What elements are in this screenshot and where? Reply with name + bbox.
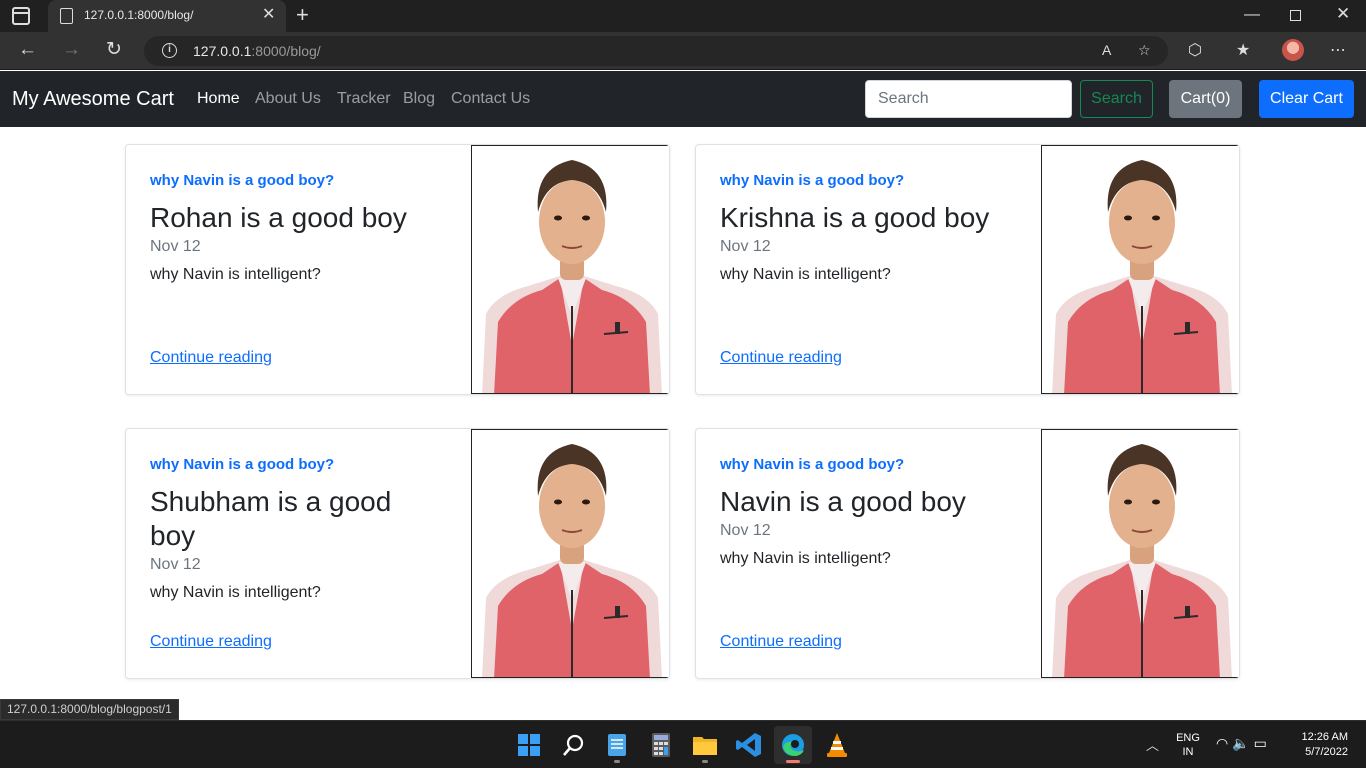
- card-title: Navin is a good boy: [720, 486, 966, 517]
- card-excerpt: why Navin is intelligent?: [720, 266, 891, 283]
- more-menu-icon[interactable]: ⋯: [1330, 40, 1346, 60]
- clear-cart-button[interactable]: Clear Cart: [1259, 80, 1354, 118]
- card-excerpt: why Navin is intelligent?: [720, 550, 891, 567]
- browser-tab-strip: 127.0.0.1:8000/blog/ ✕ + — ✕: [0, 0, 1366, 32]
- status-url-bubble: 127.0.0.1:8000/blog/blogpost/1: [0, 699, 179, 720]
- volume-icon: 🔈: [1232, 735, 1254, 751]
- blog-card: why Navin is a good boy? Navin is a good…: [695, 428, 1240, 679]
- search-icon[interactable]: [554, 726, 592, 764]
- nav-link-home[interactable]: Home: [197, 90, 240, 108]
- cart-button[interactable]: Cart(0): [1169, 80, 1242, 118]
- notepad-icon[interactable]: [598, 726, 636, 764]
- continue-reading-link[interactable]: Continue reading: [720, 349, 842, 367]
- card-title: Rohan is a good boy: [150, 202, 407, 233]
- search-input[interactable]: [865, 80, 1072, 118]
- refresh-icon[interactable]: ↻: [106, 39, 122, 61]
- card-category: why Navin is a good boy?: [720, 172, 905, 189]
- profile-avatar[interactable]: [1282, 39, 1304, 61]
- address-bar[interactable]: i 127.0.0.1:8000/blog/ A ☆: [144, 36, 1168, 66]
- url-text[interactable]: 127.0.0.1:8000/blog/: [193, 43, 321, 59]
- card-title: Shubham is a good boy: [150, 486, 392, 551]
- post-thumbnail: [471, 145, 669, 394]
- blog-card: why Navin is a good boy? Krishna is a go…: [695, 144, 1240, 395]
- card-excerpt: why Navin is intelligent?: [150, 266, 321, 283]
- start-icon[interactable]: [510, 726, 548, 764]
- card-title: Krishna is a good boy: [720, 202, 990, 233]
- forward-icon[interactable]: →: [62, 39, 81, 61]
- card-category: why Navin is a good boy?: [720, 456, 905, 473]
- add-favorite-icon[interactable]: ☆: [1138, 42, 1151, 59]
- show-hidden-icons[interactable]: ︿: [1146, 735, 1159, 754]
- battery-icon: ▭: [1253, 735, 1271, 751]
- card-date: Nov 12: [720, 238, 771, 255]
- blog-card: why Navin is a good boy? Rohan is a good…: [125, 144, 670, 395]
- post-thumbnail: [1041, 145, 1239, 394]
- favorites-icon[interactable]: ★: [1236, 40, 1250, 60]
- browser-tab[interactable]: 127.0.0.1:8000/blog/ ✕: [48, 0, 286, 32]
- window-close-icon[interactable]: ✕: [1336, 4, 1350, 24]
- card-excerpt: why Navin is intelligent?: [150, 584, 321, 601]
- vlc-icon[interactable]: [818, 726, 856, 764]
- card-date: Nov 12: [150, 556, 201, 573]
- nav-link-about[interactable]: About Us: [255, 90, 321, 108]
- post-thumbnail: [471, 429, 669, 678]
- file-explorer-icon[interactable]: [686, 726, 724, 764]
- nav-link-tracker[interactable]: Tracker: [337, 90, 391, 108]
- site-info-icon[interactable]: i: [162, 43, 177, 58]
- read-aloud-icon[interactable]: A: [1102, 42, 1111, 58]
- site-navbar: My Awesome Cart Home About Us Tracker Bl…: [0, 71, 1366, 127]
- extensions-icon[interactable]: ⬡: [1188, 40, 1202, 60]
- nav-link-contact[interactable]: Contact Us: [451, 90, 530, 108]
- new-tab-icon[interactable]: +: [296, 3, 309, 27]
- continue-reading-link[interactable]: Continue reading: [150, 633, 272, 651]
- page-icon: [60, 8, 73, 24]
- card-category: why Navin is a good boy?: [150, 456, 335, 473]
- address-bar-row: ← → ↻ i 127.0.0.1:8000/blog/ A ☆ ⬡ ★ ⋯: [0, 32, 1366, 70]
- post-thumbnail: [1041, 429, 1239, 678]
- back-icon[interactable]: ←: [18, 39, 37, 61]
- card-date: Nov 12: [150, 238, 201, 255]
- card-date: Nov 12: [720, 522, 771, 539]
- search-button[interactable]: Search: [1080, 80, 1153, 118]
- clock[interactable]: 12:26 AM 5/7/2022: [1290, 730, 1348, 760]
- vscode-icon[interactable]: [730, 726, 768, 764]
- tab-close-icon[interactable]: ✕: [262, 6, 275, 24]
- blog-card: why Navin is a good boy? Shubham is a go…: [125, 428, 670, 679]
- continue-reading-link[interactable]: Continue reading: [150, 349, 272, 367]
- nav-link-blog[interactable]: Blog: [403, 90, 435, 108]
- brand-logo[interactable]: My Awesome Cart: [12, 88, 174, 111]
- language-indicator[interactable]: ENG IN: [1175, 731, 1201, 759]
- wifi-icon: ◠: [1216, 735, 1233, 751]
- continue-reading-link[interactable]: Continue reading: [720, 633, 842, 651]
- maximize-icon[interactable]: [1290, 10, 1301, 21]
- taskbar: ︿ ENG IN ◠🔈▭ 12:26 AM 5/7/2022: [0, 720, 1366, 768]
- tab-actions-icon[interactable]: [12, 7, 30, 25]
- minimize-icon[interactable]: —: [1244, 6, 1260, 24]
- calculator-icon[interactable]: [642, 726, 680, 764]
- edge-icon[interactable]: [774, 726, 812, 764]
- tab-title: 127.0.0.1:8000/blog/: [84, 8, 194, 22]
- system-tray-icons[interactable]: ◠🔈▭: [1216, 735, 1271, 752]
- card-category: why Navin is a good boy?: [150, 172, 335, 189]
